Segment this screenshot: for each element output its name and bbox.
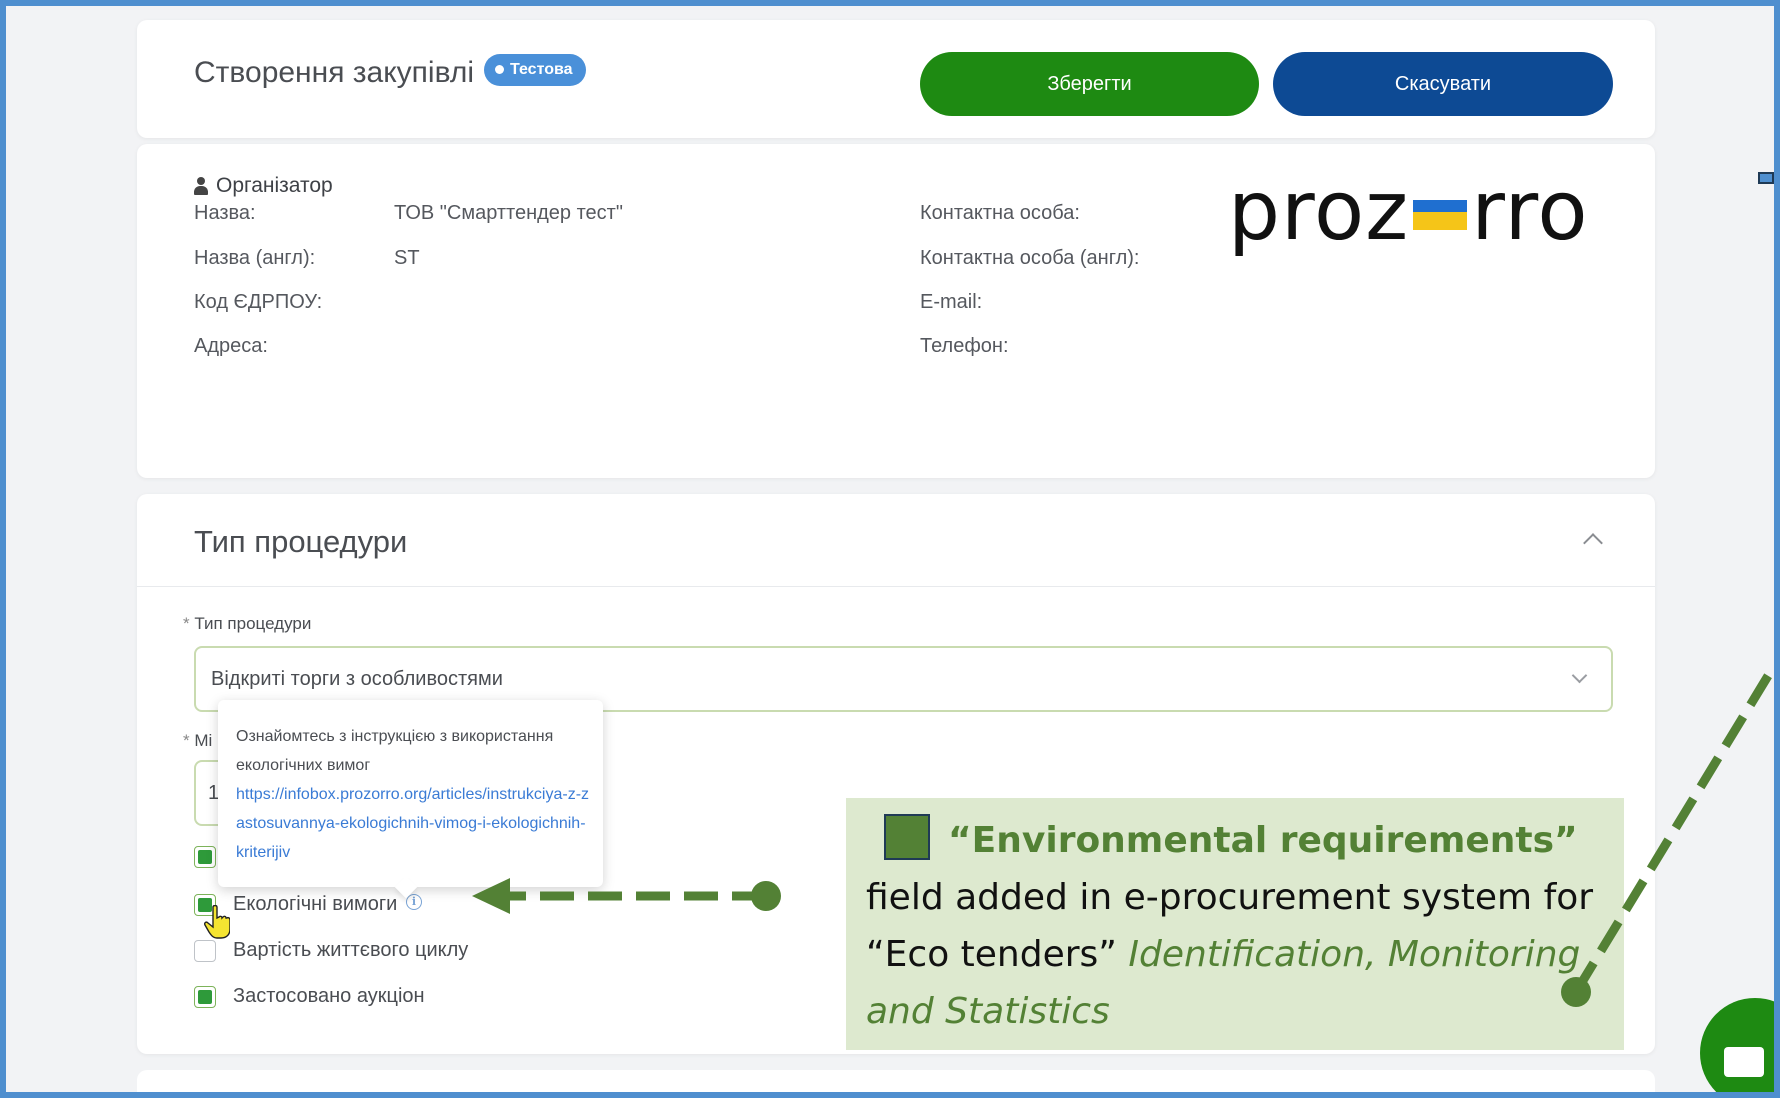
dashed-connector-line <box>1572 663 1774 995</box>
chat-icon <box>1724 1047 1764 1077</box>
arrow-dot-icon <box>751 881 781 911</box>
side-marker-icon <box>1758 172 1774 184</box>
annotation-arrows <box>472 663 1774 1007</box>
connector-dot-icon <box>1561 977 1591 1007</box>
arrow-head-icon <box>472 878 510 914</box>
screen-frame: Створення закупівлі Тестова Зберегти Ска… <box>6 6 1774 1092</box>
